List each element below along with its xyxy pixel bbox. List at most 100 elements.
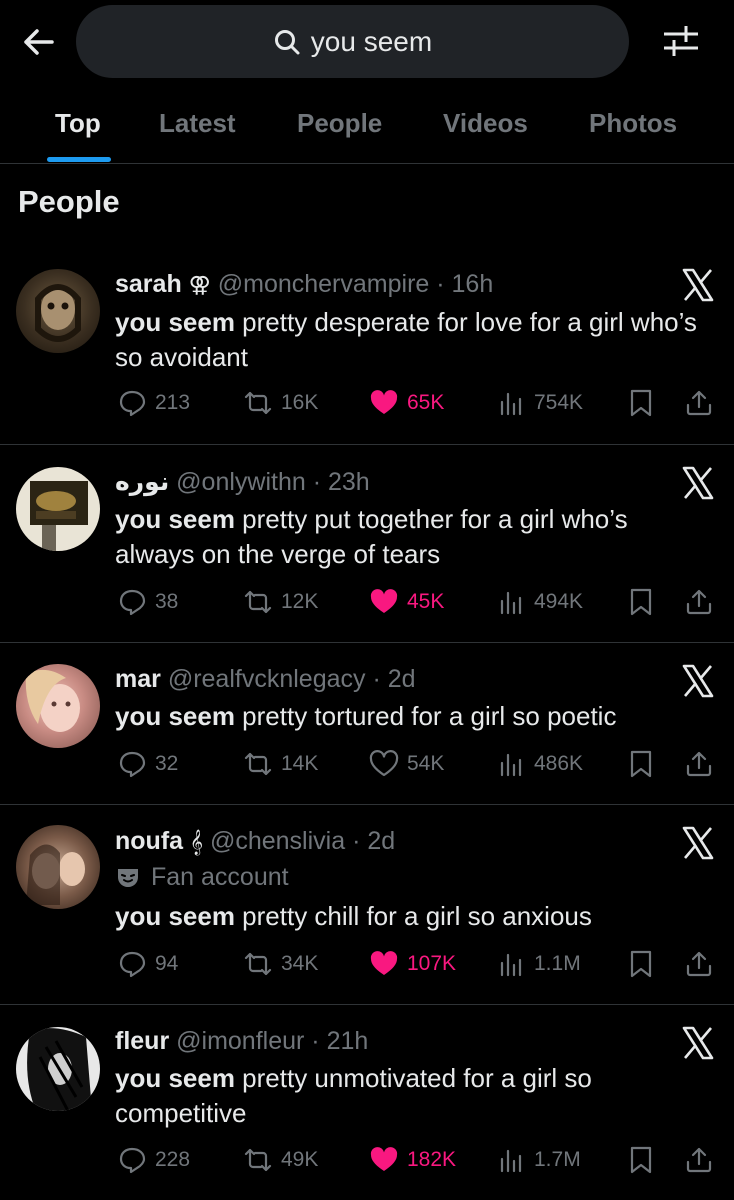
- timestamp[interactable]: 23h: [328, 468, 370, 496]
- back-arrow-icon[interactable]: [18, 22, 58, 62]
- share-button[interactable]: [684, 1145, 714, 1175]
- handle[interactable]: @realfvcknlegacy: [168, 665, 366, 693]
- tweet-actions: 213 16K 65K 754K: [0, 388, 734, 428]
- display-name[interactable]: noufa: [115, 827, 183, 855]
- handle[interactable]: @chenslivia: [210, 827, 345, 855]
- x-logo-icon: [680, 663, 716, 699]
- timestamp[interactable]: 16h: [452, 270, 494, 298]
- like-button[interactable]: 45K: [369, 587, 444, 617]
- reply-icon: [119, 1147, 146, 1174]
- like-button[interactable]: 65K: [369, 388, 444, 418]
- share-button[interactable]: [684, 749, 714, 779]
- repost-count: 12K: [281, 590, 319, 613]
- avatar[interactable]: [16, 1027, 100, 1111]
- theater-mask-icon: [118, 868, 138, 887]
- views-button[interactable]: 754K: [496, 388, 583, 418]
- timestamp[interactable]: 2d: [367, 827, 395, 855]
- bookmark-button[interactable]: [626, 749, 656, 779]
- tweet[interactable]: fleur @imonfleur · 21h you seem pretty u…: [0, 1005, 734, 1200]
- tab-videos[interactable]: Videos: [443, 108, 528, 139]
- name-emoji: 𝄞: [190, 829, 204, 854]
- repost-button[interactable]: 34K: [243, 949, 318, 979]
- reply-button[interactable]: 228: [117, 1145, 190, 1175]
- search-settings-icon[interactable]: [660, 20, 702, 62]
- repost-button[interactable]: 12K: [243, 587, 318, 617]
- display-name[interactable]: نوره: [115, 468, 169, 496]
- search-results-page: you seem Top Latest People Videos Photos…: [0, 0, 734, 1200]
- bookmark-button[interactable]: [626, 1145, 656, 1175]
- like-button[interactable]: 107K: [369, 949, 456, 979]
- tweet-actions: 94 34K 107K 1.1M: [0, 949, 734, 989]
- x-logo-icon: [680, 267, 716, 303]
- tweet-text-body: pretty chill for a girl so anxious: [234, 901, 592, 931]
- reply-button[interactable]: 32: [117, 749, 178, 779]
- display-name[interactable]: mar: [115, 665, 161, 693]
- share-button[interactable]: [684, 388, 714, 418]
- tweet[interactable]: mar @realfvcknlegacy · 2d you seem prett…: [0, 643, 734, 805]
- view-count: 1.7M: [534, 1148, 581, 1171]
- bookmark-icon: [630, 588, 652, 616]
- highlighted-query: you seem: [115, 701, 235, 731]
- x-logo-icon: [680, 1025, 716, 1061]
- search-input[interactable]: you seem: [76, 5, 629, 78]
- handle[interactable]: @onlywithn: [176, 468, 306, 496]
- reply-count: 94: [155, 952, 179, 975]
- repost-icon: [244, 590, 272, 614]
- display-name[interactable]: fleur: [115, 1027, 169, 1055]
- tab-latest[interactable]: Latest: [159, 108, 236, 139]
- reply-button[interactable]: 213: [117, 388, 190, 418]
- tab-photos[interactable]: Photos: [589, 108, 677, 139]
- reply-icon: [119, 751, 146, 778]
- views-icon: [500, 953, 522, 977]
- repost-button[interactable]: 49K: [243, 1145, 318, 1175]
- views-button[interactable]: 1.7M: [496, 1145, 581, 1175]
- highlighted-query: you seem: [115, 504, 235, 534]
- tweet-actions: 228 49K 182K 1.7M: [0, 1145, 734, 1185]
- tweet[interactable]: نوره @onlywithn · 23h you seem pretty pu…: [0, 445, 734, 643]
- tweet[interactable]: sarah ⚢ @monchervampire · 16h you seem p…: [0, 245, 734, 445]
- handle[interactable]: @imonfleur: [176, 1027, 304, 1055]
- views-button[interactable]: 494K: [496, 587, 583, 617]
- reply-count: 228: [155, 1148, 191, 1171]
- tweet[interactable]: noufa 𝄞 @chenslivia · 2d Fan account you…: [0, 805, 734, 1005]
- share-icon: [686, 751, 712, 777]
- views-icon: [500, 1149, 522, 1173]
- views-button[interactable]: 486K: [496, 749, 583, 779]
- like-button[interactable]: 182K: [369, 1145, 456, 1175]
- like-button[interactable]: 54K: [369, 749, 444, 779]
- heart-outline-icon: [369, 750, 399, 777]
- views-icon: [500, 392, 522, 416]
- repost-button[interactable]: 16K: [243, 388, 318, 418]
- timestamp[interactable]: 21h: [327, 1027, 369, 1055]
- reply-button[interactable]: 38: [117, 587, 178, 617]
- tab-people[interactable]: People: [297, 108, 382, 139]
- tab-top[interactable]: Top: [55, 108, 101, 139]
- tweet-header: نوره @onlywithn · 23h: [115, 468, 370, 496]
- avatar[interactable]: [16, 269, 100, 353]
- avatar[interactable]: [16, 467, 100, 551]
- bookmark-button[interactable]: [626, 949, 656, 979]
- fan-account-label: Fan account: [115, 863, 289, 892]
- tweet-header: fleur @imonfleur · 21h: [115, 1027, 369, 1055]
- display-name[interactable]: sarah: [115, 270, 182, 298]
- name-emoji: ⚢: [188, 272, 211, 297]
- tweet-text: you seem pretty chill for a girl so anxi…: [115, 899, 705, 934]
- bookmark-button[interactable]: [626, 388, 656, 418]
- bookmark-icon: [630, 1146, 652, 1174]
- avatar[interactable]: [16, 664, 100, 748]
- section-title: People: [18, 184, 120, 219]
- share-icon: [686, 1147, 712, 1173]
- repost-icon: [244, 952, 272, 976]
- share-button[interactable]: [684, 949, 714, 979]
- timestamp[interactable]: 2d: [388, 665, 416, 693]
- reply-icon: [119, 390, 146, 417]
- views-button[interactable]: 1.1M: [496, 949, 581, 979]
- views-icon: [500, 591, 522, 615]
- avatar[interactable]: [16, 825, 100, 909]
- repost-button[interactable]: 14K: [243, 749, 318, 779]
- reply-button[interactable]: 94: [117, 949, 178, 979]
- bookmark-button[interactable]: [626, 587, 656, 617]
- like-count: 45K: [407, 590, 445, 613]
- handle[interactable]: @monchervampire: [218, 270, 430, 298]
- share-button[interactable]: [684, 587, 714, 617]
